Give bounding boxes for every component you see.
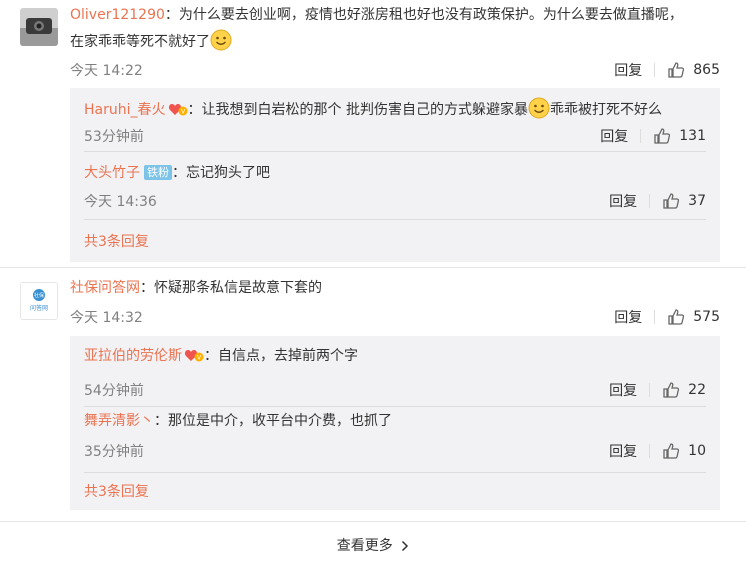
reply-actions: 回复 22 xyxy=(609,380,706,400)
divider xyxy=(649,383,651,397)
divider xyxy=(0,521,746,522)
like-count: 10 xyxy=(688,443,706,459)
comment-actions: 回复 575 xyxy=(614,307,720,327)
comment-author[interactable]: 社保问答网 xyxy=(70,280,140,296)
reply-actions: 回复 131 xyxy=(600,126,706,146)
comment-time: 今天 14:22 xyxy=(70,63,143,79)
comment-actions: 回复 865 xyxy=(614,60,720,80)
reply-item: Haruhi_春火 V ：让我想到白岩松的那个 批判伤害自己的方式躲避家暴 乖乖… xyxy=(84,97,706,157)
divider xyxy=(84,472,706,473)
like-count: 131 xyxy=(679,128,706,144)
reply-button[interactable]: 回复 xyxy=(609,441,637,461)
vip-heart-icon: V xyxy=(184,347,204,363)
reply-text: 亚拉伯的劳伦斯 V ：自信点，去掉前两个字 xyxy=(84,345,706,367)
more-replies-link[interactable]: 共3条回复 xyxy=(84,231,149,251)
thumbs-up-icon[interactable] xyxy=(662,381,680,399)
vip-heart-icon: V xyxy=(168,101,188,117)
divider xyxy=(649,444,651,458)
divider xyxy=(640,129,642,143)
reply-button[interactable]: 回复 xyxy=(609,191,637,211)
avatar[interactable] xyxy=(20,8,58,46)
comment-text: 社保问答网：怀疑那条私信是故意下套的 xyxy=(70,275,726,302)
avatar[interactable]: 社保 问答网 xyxy=(20,282,58,320)
divider xyxy=(84,406,706,407)
reply-author[interactable]: 舞弄清影丶 xyxy=(84,413,154,429)
divider xyxy=(0,267,746,268)
like-count: 575 xyxy=(693,309,720,325)
divider xyxy=(654,310,656,324)
reply-item: 舞弄清影丶：那位是中介，收平台中介费，也抓了 35分钟前 回复 10 xyxy=(84,410,706,470)
reply-list: 亚拉伯的劳伦斯 V ：自信点，去掉前两个字 54分钟前 回复 22 舞弄清影丶：… xyxy=(70,336,720,510)
smile-emoji-icon xyxy=(528,97,550,119)
reply-body: ：自信点，去掉前两个字 xyxy=(204,348,358,364)
comment-body: ：怀疑那条私信是故意下套的 xyxy=(140,280,322,296)
reply-time: 35分钟前 xyxy=(84,444,144,460)
thumbs-up-icon[interactable] xyxy=(667,308,685,326)
divider xyxy=(84,151,706,152)
comment-author[interactable]: Oliver121290 xyxy=(70,7,165,23)
reply-actions: 回复 37 xyxy=(609,191,706,211)
see-more-button[interactable]: 查看更多 xyxy=(0,535,746,555)
reply-body-cont: 乖乖被打死不好么 xyxy=(549,102,662,118)
like-count: 37 xyxy=(688,193,706,209)
comment-time: 今天 14:32 xyxy=(70,310,143,326)
thumbs-up-icon[interactable] xyxy=(667,61,685,79)
reply-text: 大头竹子 铁粉 ：忘记狗头了吧 xyxy=(84,162,706,184)
reply-author[interactable]: 亚拉伯的劳伦斯 xyxy=(84,348,182,364)
reply-list: Haruhi_春火 V ：让我想到白岩松的那个 批判伤害自己的方式躲避家暴 乖乖… xyxy=(70,88,720,262)
smile-emoji-icon xyxy=(210,29,232,51)
more-replies-link[interactable]: 共3条回复 xyxy=(84,481,149,501)
reply-body: ：让我想到白岩松的那个 批判伤害自己的方式躲避家暴 xyxy=(187,102,528,118)
avatar-text-bottom: 问答网 xyxy=(30,304,48,312)
comment-text: Oliver121290：为什么要去创业啊，疫情也好涨房租也好也没有政策保护。为… xyxy=(70,2,726,56)
like-count: 865 xyxy=(693,62,720,78)
reply-body: ：忘记狗头了吧 xyxy=(172,165,270,181)
comment-body-cont: 在家乖乖等死不就好了 xyxy=(70,34,210,50)
like-count: 22 xyxy=(688,382,706,398)
divider xyxy=(649,194,651,208)
reply-button[interactable]: 回复 xyxy=(614,307,642,327)
comment-body: ：为什么要去创业啊，疫情也好涨房租也好也没有政策保护。为什么要去做直播呢， xyxy=(164,7,683,23)
thumbs-up-icon[interactable] xyxy=(662,192,680,210)
reply-button[interactable]: 回复 xyxy=(614,60,642,80)
reply-author[interactable]: 大头竹子 xyxy=(84,165,140,181)
reply-time: 53分钟前 xyxy=(84,129,144,145)
reply-button[interactable]: 回复 xyxy=(609,380,637,400)
reply-body: ：那位是中介，收平台中介费，也抓了 xyxy=(154,413,392,429)
reply-button[interactable]: 回复 xyxy=(600,126,628,146)
thumbs-up-icon[interactable] xyxy=(662,442,680,460)
avatar-text-top: 社保 xyxy=(34,292,44,299)
divider xyxy=(654,63,656,77)
fan-badge: 铁粉 xyxy=(144,165,172,180)
divider xyxy=(84,219,706,220)
reply-text: Haruhi_春火 V ：让我想到白岩松的那个 批判伤害自己的方式躲避家暴 乖乖… xyxy=(84,97,706,121)
reply-time: 54分钟前 xyxy=(84,383,144,399)
reply-item: 亚拉伯的劳伦斯 V ：自信点，去掉前两个字 54分钟前 回复 22 xyxy=(84,345,706,405)
see-more-label: 查看更多 xyxy=(336,538,393,554)
reply-author[interactable]: Haruhi_春火 xyxy=(84,102,166,118)
thumbs-up-icon[interactable] xyxy=(653,127,671,145)
reply-item: 大头竹子 铁粉 ：忘记狗头了吧 今天 14:36 回复 37 xyxy=(84,162,706,222)
chevron-right-icon xyxy=(402,540,409,552)
reply-actions: 回复 10 xyxy=(609,441,706,461)
reply-time: 今天 14:36 xyxy=(84,194,157,210)
reply-text: 舞弄清影丶：那位是中介，收平台中介费，也抓了 xyxy=(84,410,706,432)
